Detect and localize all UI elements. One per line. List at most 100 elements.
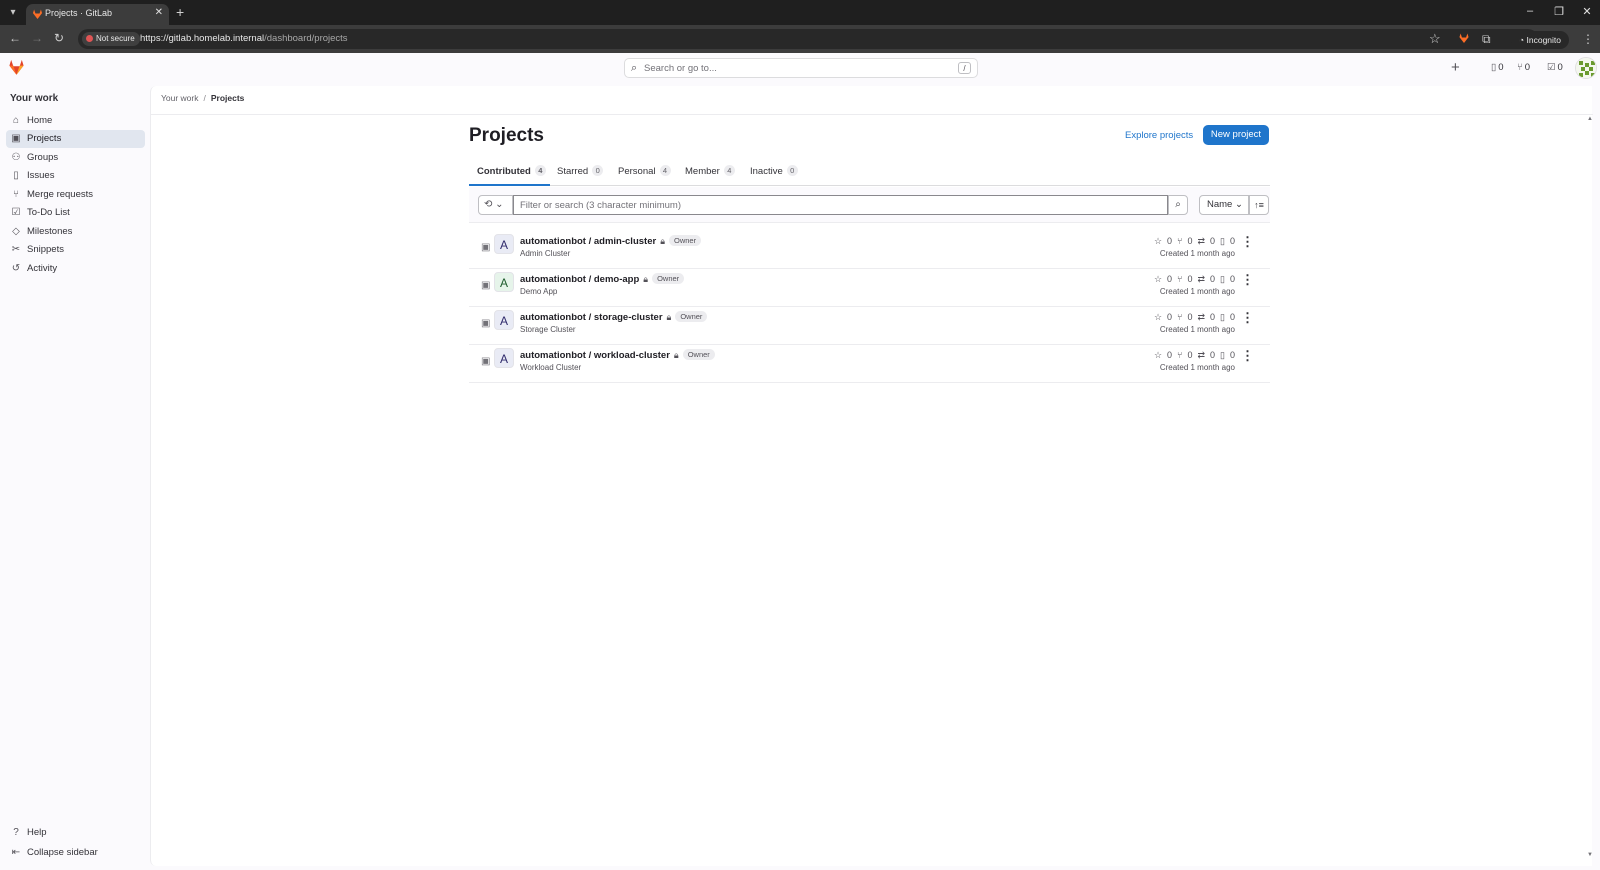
project-name-link[interactable]: automationbot / storage-cluster xyxy=(520,312,663,323)
sidebar-title: Your work xyxy=(10,93,59,104)
issues-icon: ▯ xyxy=(13,170,19,181)
merge-request-icon[interactable]: ⇄ xyxy=(1197,350,1205,360)
explore-projects-link[interactable]: Explore projects xyxy=(1125,130,1193,141)
not-secure-badge[interactable]: Not secure xyxy=(82,32,140,46)
project-name-link[interactable]: automationbot / demo-app xyxy=(520,274,639,285)
more-actions-icon[interactable]: ⋮ xyxy=(1241,234,1254,250)
user-avatar[interactable] xyxy=(1575,57,1597,79)
bookmark-star-icon[interactable]: ☆ xyxy=(1429,31,1441,47)
sidebar-item-groups[interactable]: ⚇ Groups xyxy=(6,149,145,167)
scroll-up-arrow-icon[interactable]: ▲ xyxy=(1587,116,1593,122)
merge-request-icon[interactable]: ⇄ xyxy=(1197,312,1205,322)
create-new-icon[interactable]: + xyxy=(1451,60,1460,75)
sidebar-item-snippets[interactable]: ✂ Snippets xyxy=(6,241,145,259)
tab-member[interactable]: Member 4 xyxy=(685,165,735,177)
assigned-issues-button[interactable]: ▯ 0 xyxy=(1491,62,1504,73)
tab-starred[interactable]: Starred 0 xyxy=(557,165,604,177)
project-avatar[interactable]: A xyxy=(494,234,514,254)
close-tab-icon[interactable]: ✕ xyxy=(155,7,163,18)
merge-request-icon[interactable]: ⇄ xyxy=(1197,274,1205,284)
issues-icon[interactable]: ▯ xyxy=(1220,312,1225,322)
restore-icon[interactable]: ❐ xyxy=(1551,5,1567,18)
filter-bar: ⟲ ⌄ Filter or search (3 character minimu… xyxy=(469,187,1270,223)
forward-icon[interactable]: → xyxy=(30,31,44,45)
browser-menu-icon[interactable]: ⋮ xyxy=(1582,32,1594,46)
minimize-icon[interactable]: – xyxy=(1522,5,1538,17)
help-button[interactable]: ? Help xyxy=(6,824,145,842)
more-actions-icon[interactable]: ⋮ xyxy=(1241,272,1254,288)
search-input[interactable]: ⌕ Search or go to... / xyxy=(624,58,978,78)
sidebar-item-merge-requests[interactable]: ⑂ Merge requests xyxy=(6,186,145,204)
issues-icon[interactable]: ▯ xyxy=(1220,350,1225,360)
project-name-link[interactable]: automationbot / workload-cluster xyxy=(520,350,670,361)
tab-search-icon[interactable]: ▾ xyxy=(4,4,22,22)
fork-icon[interactable]: ⑂ xyxy=(1177,274,1182,284)
tab-personal[interactable]: Personal 4 xyxy=(618,165,671,177)
filter-search-button[interactable]: ⌕ xyxy=(1168,195,1188,215)
sidebar-item-activity[interactable]: ↺ Activity xyxy=(6,260,145,278)
merge-requests-button[interactable]: ⑂ 0 xyxy=(1517,62,1530,73)
gitlab-favicon-icon xyxy=(32,9,43,19)
lock-icon: 🔒︎ xyxy=(673,350,679,360)
incognito-indicator[interactable]: ◔ Incognito xyxy=(1511,31,1569,49)
sort-dropdown[interactable]: Name ⌄ xyxy=(1199,195,1249,215)
mrs-count: 0 xyxy=(1210,312,1216,322)
close-window-icon[interactable]: ✕ xyxy=(1579,5,1595,18)
reload-icon[interactable]: ↻ xyxy=(52,31,66,45)
gitlab-extension-icon[interactable] xyxy=(1458,33,1470,43)
new-tab-icon[interactable]: + xyxy=(176,4,184,20)
not-secure-label: Not secure xyxy=(96,34,135,43)
fork-icon[interactable]: ⑂ xyxy=(1177,312,1182,322)
fork-icon[interactable]: ⑂ xyxy=(1177,350,1182,360)
breadcrumb-parent-link[interactable]: Your work xyxy=(161,93,198,103)
project-name[interactable]: automationbot / workload-cluster 🔒︎ Owner xyxy=(520,349,715,361)
sidebar-item-projects[interactable]: ▣ Projects xyxy=(6,130,145,148)
project-avatar[interactable]: A xyxy=(494,272,514,292)
scroll-down-arrow-icon[interactable]: ▼ xyxy=(1587,852,1593,858)
role-badge: Owner xyxy=(652,273,685,284)
more-actions-icon[interactable]: ⋮ xyxy=(1241,310,1254,326)
star-icon[interactable]: ☆ xyxy=(1154,350,1162,360)
sort-ascending-icon: ↑≡ xyxy=(1254,200,1264,210)
project-name[interactable]: automationbot / admin-cluster 🔒︎ Owner xyxy=(520,235,702,247)
sidebar-item-issues[interactable]: ▯ Issues xyxy=(6,167,145,185)
sidebar-item-milestones[interactable]: ◇ Milestones xyxy=(6,223,145,241)
project-row[interactable]: ▣ A automationbot / workload-cluster 🔒︎ Ow… xyxy=(469,345,1270,383)
more-actions-icon[interactable]: ⋮ xyxy=(1241,348,1254,364)
star-icon[interactable]: ☆ xyxy=(1154,274,1162,284)
home-icon: ⌂ xyxy=(12,115,20,126)
sort-direction-button[interactable]: ↑≡ xyxy=(1249,195,1269,215)
sidebar-item-label: Projects xyxy=(27,133,62,144)
project-row[interactable]: ▣ A automationbot / storage-cluster 🔒︎ Own… xyxy=(469,307,1270,345)
issues-icon[interactable]: ▯ xyxy=(1220,236,1225,246)
merge-request-icon[interactable]: ⇄ xyxy=(1197,236,1205,246)
new-project-button[interactable]: New project xyxy=(1203,125,1269,145)
project-name[interactable]: automationbot / storage-cluster 🔒︎ Owner xyxy=(520,311,708,323)
fork-icon[interactable]: ⑂ xyxy=(1177,236,1182,246)
gitlab-logo-icon[interactable] xyxy=(8,59,25,75)
project-avatar[interactable]: A xyxy=(494,348,514,368)
tab-contributed[interactable]: Contributed 4 xyxy=(477,165,546,177)
project-avatar[interactable]: A xyxy=(494,310,514,330)
star-icon[interactable]: ☆ xyxy=(1154,312,1162,322)
project-row[interactable]: ▣ A automationbot / demo-app 🔒︎ Owner Demo… xyxy=(469,269,1270,307)
page-title: Projects xyxy=(469,125,544,146)
browser-tab[interactable]: Projects · GitLab ✕ xyxy=(26,4,169,25)
extensions-icon[interactable]: ⧉ xyxy=(1482,32,1491,47)
project-name-link[interactable]: automationbot / admin-cluster xyxy=(520,236,656,247)
url-path: /dashboard/projects xyxy=(264,33,348,44)
tab-inactive[interactable]: Inactive 0 xyxy=(750,165,798,177)
collapse-sidebar-button[interactable]: ⇤ Collapse sidebar xyxy=(6,844,145,862)
todo-button[interactable]: ☑ 0 xyxy=(1547,62,1563,73)
sidebar-item-todo[interactable]: ☑ To-Do List xyxy=(6,204,145,222)
breadcrumb-current[interactable]: Projects xyxy=(211,93,245,103)
star-icon[interactable]: ☆ xyxy=(1154,236,1162,246)
project-row[interactable]: ▣ A automationbot / admin-cluster 🔒︎ Owner… xyxy=(469,231,1270,269)
url-field[interactable]: Not secure https://gitlab.homelab.intern… xyxy=(78,29,1538,49)
back-icon[interactable]: ← xyxy=(8,31,22,45)
filter-search-input[interactable]: Filter or search (3 character minimum) xyxy=(513,195,1168,215)
search-history-dropdown[interactable]: ⟲ ⌄ xyxy=(478,195,513,215)
issues-icon[interactable]: ▯ xyxy=(1220,274,1225,284)
project-name[interactable]: automationbot / demo-app 🔒︎ Owner xyxy=(520,273,685,285)
sidebar-item-home[interactable]: ⌂ Home xyxy=(6,112,145,130)
